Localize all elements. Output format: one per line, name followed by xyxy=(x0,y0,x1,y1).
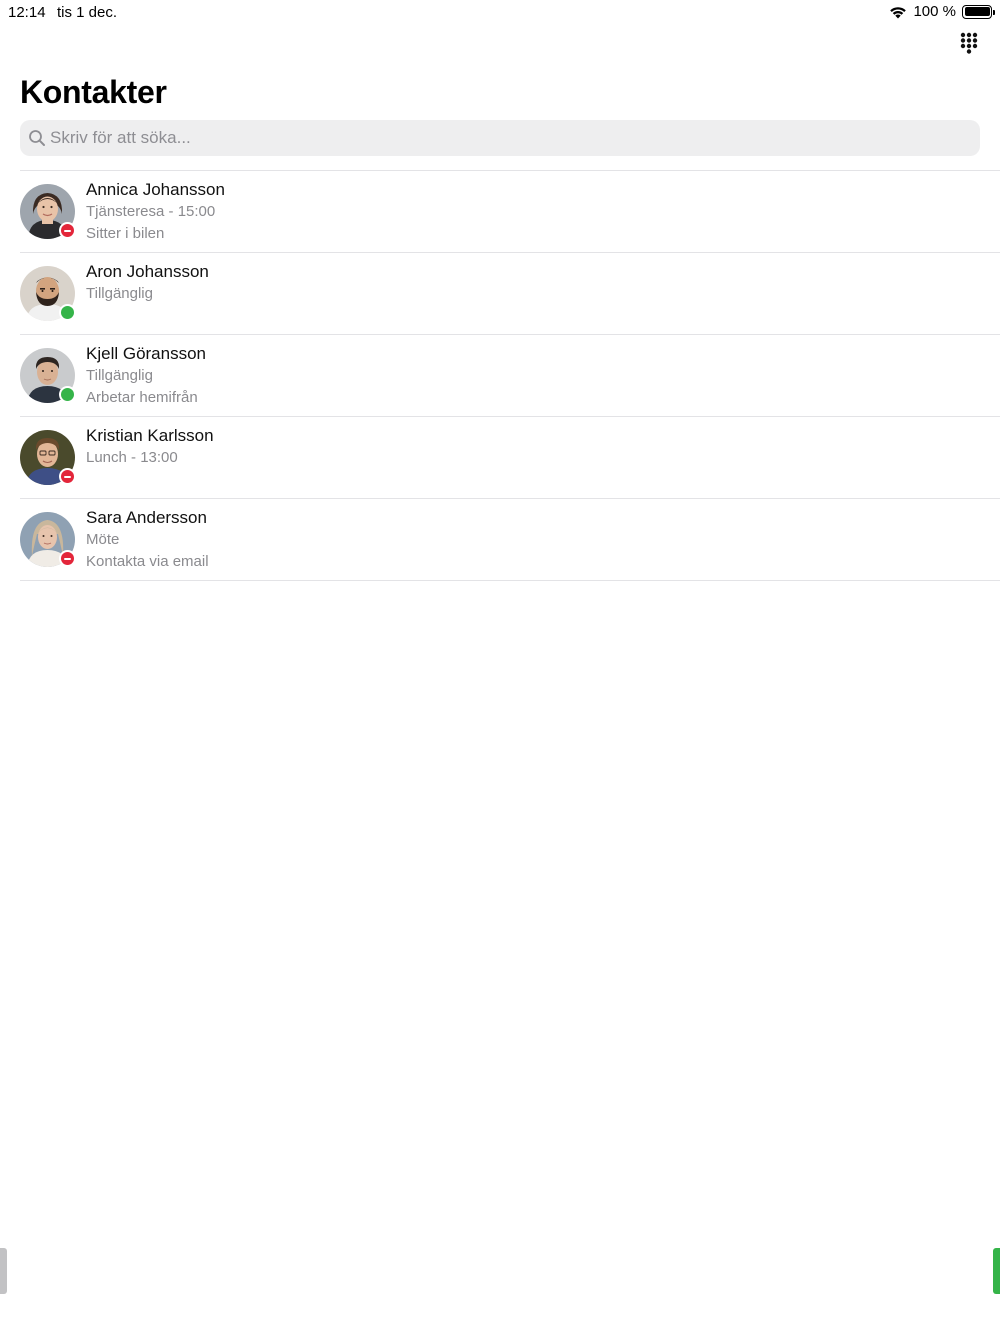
contact-name: Sara Andersson xyxy=(86,508,207,527)
contact-note: Kontakta via email xyxy=(86,553,209,570)
contact-row-sara-andersson[interactable]: Sara Andersson Möte Kontakta via email xyxy=(20,499,1000,581)
left-edge-handle[interactable] xyxy=(0,1248,7,1294)
status-busy-icon xyxy=(59,468,76,485)
contact-status: Tillgänglig xyxy=(86,367,153,384)
status-bar: 12:14 tis 1 dec. 100 % xyxy=(0,0,1000,24)
battery-level xyxy=(964,7,990,16)
contact-name: Aron Johansson xyxy=(86,262,209,281)
contact-status: Tillgänglig xyxy=(86,285,153,302)
contact-row-aron-johansson[interactable]: Aron Johansson Tillgänglig xyxy=(20,253,1000,335)
status-available-icon xyxy=(59,386,76,403)
contact-note: Sitter i bilen xyxy=(86,225,165,242)
status-time: 12:14 xyxy=(8,4,46,21)
contact-status: Möte xyxy=(86,531,120,548)
status-busy-icon xyxy=(59,222,76,239)
contact-name: Kjell Göransson xyxy=(86,344,207,363)
contact-row-annica-johansson[interactable]: Annica Johansson Tjänsteresa - 15:00 Sit… xyxy=(20,171,1000,253)
search-input[interactable] xyxy=(50,128,950,148)
contact-name: Annica Johansson xyxy=(86,180,225,199)
contact-name: Kristian Karlsson xyxy=(86,426,214,445)
battery-icon xyxy=(962,4,995,19)
status-busy-icon xyxy=(59,550,76,567)
status-available-icon xyxy=(59,304,76,321)
contact-row-kristian-karlsson[interactable]: Kristian Karlsson Lunch - 13:00 xyxy=(20,417,1000,499)
right-edge-handle[interactable] xyxy=(993,1248,1000,1294)
search-icon xyxy=(29,130,45,146)
status-indicators: 100 % xyxy=(889,3,995,20)
status-date: tis 1 dec. xyxy=(57,4,118,21)
contact-status: Lunch - 13:00 xyxy=(86,449,178,466)
search-bar[interactable] xyxy=(20,120,980,156)
wifi-icon xyxy=(890,6,907,18)
contact-list: Annica Johansson Tjänsteresa - 15:00 Sit… xyxy=(20,170,1000,581)
page-title: Kontakter xyxy=(20,74,167,110)
dialpad-icon[interactable] xyxy=(958,31,980,55)
contact-row-kjell-goransson[interactable]: Kjell Göransson Tillgänglig Arbetar hemi… xyxy=(20,335,1000,417)
battery-percent: 100 % xyxy=(913,3,956,20)
contact-note: Arbetar hemifrån xyxy=(86,389,198,406)
contact-status: Tjänsteresa - 15:00 xyxy=(86,203,216,220)
